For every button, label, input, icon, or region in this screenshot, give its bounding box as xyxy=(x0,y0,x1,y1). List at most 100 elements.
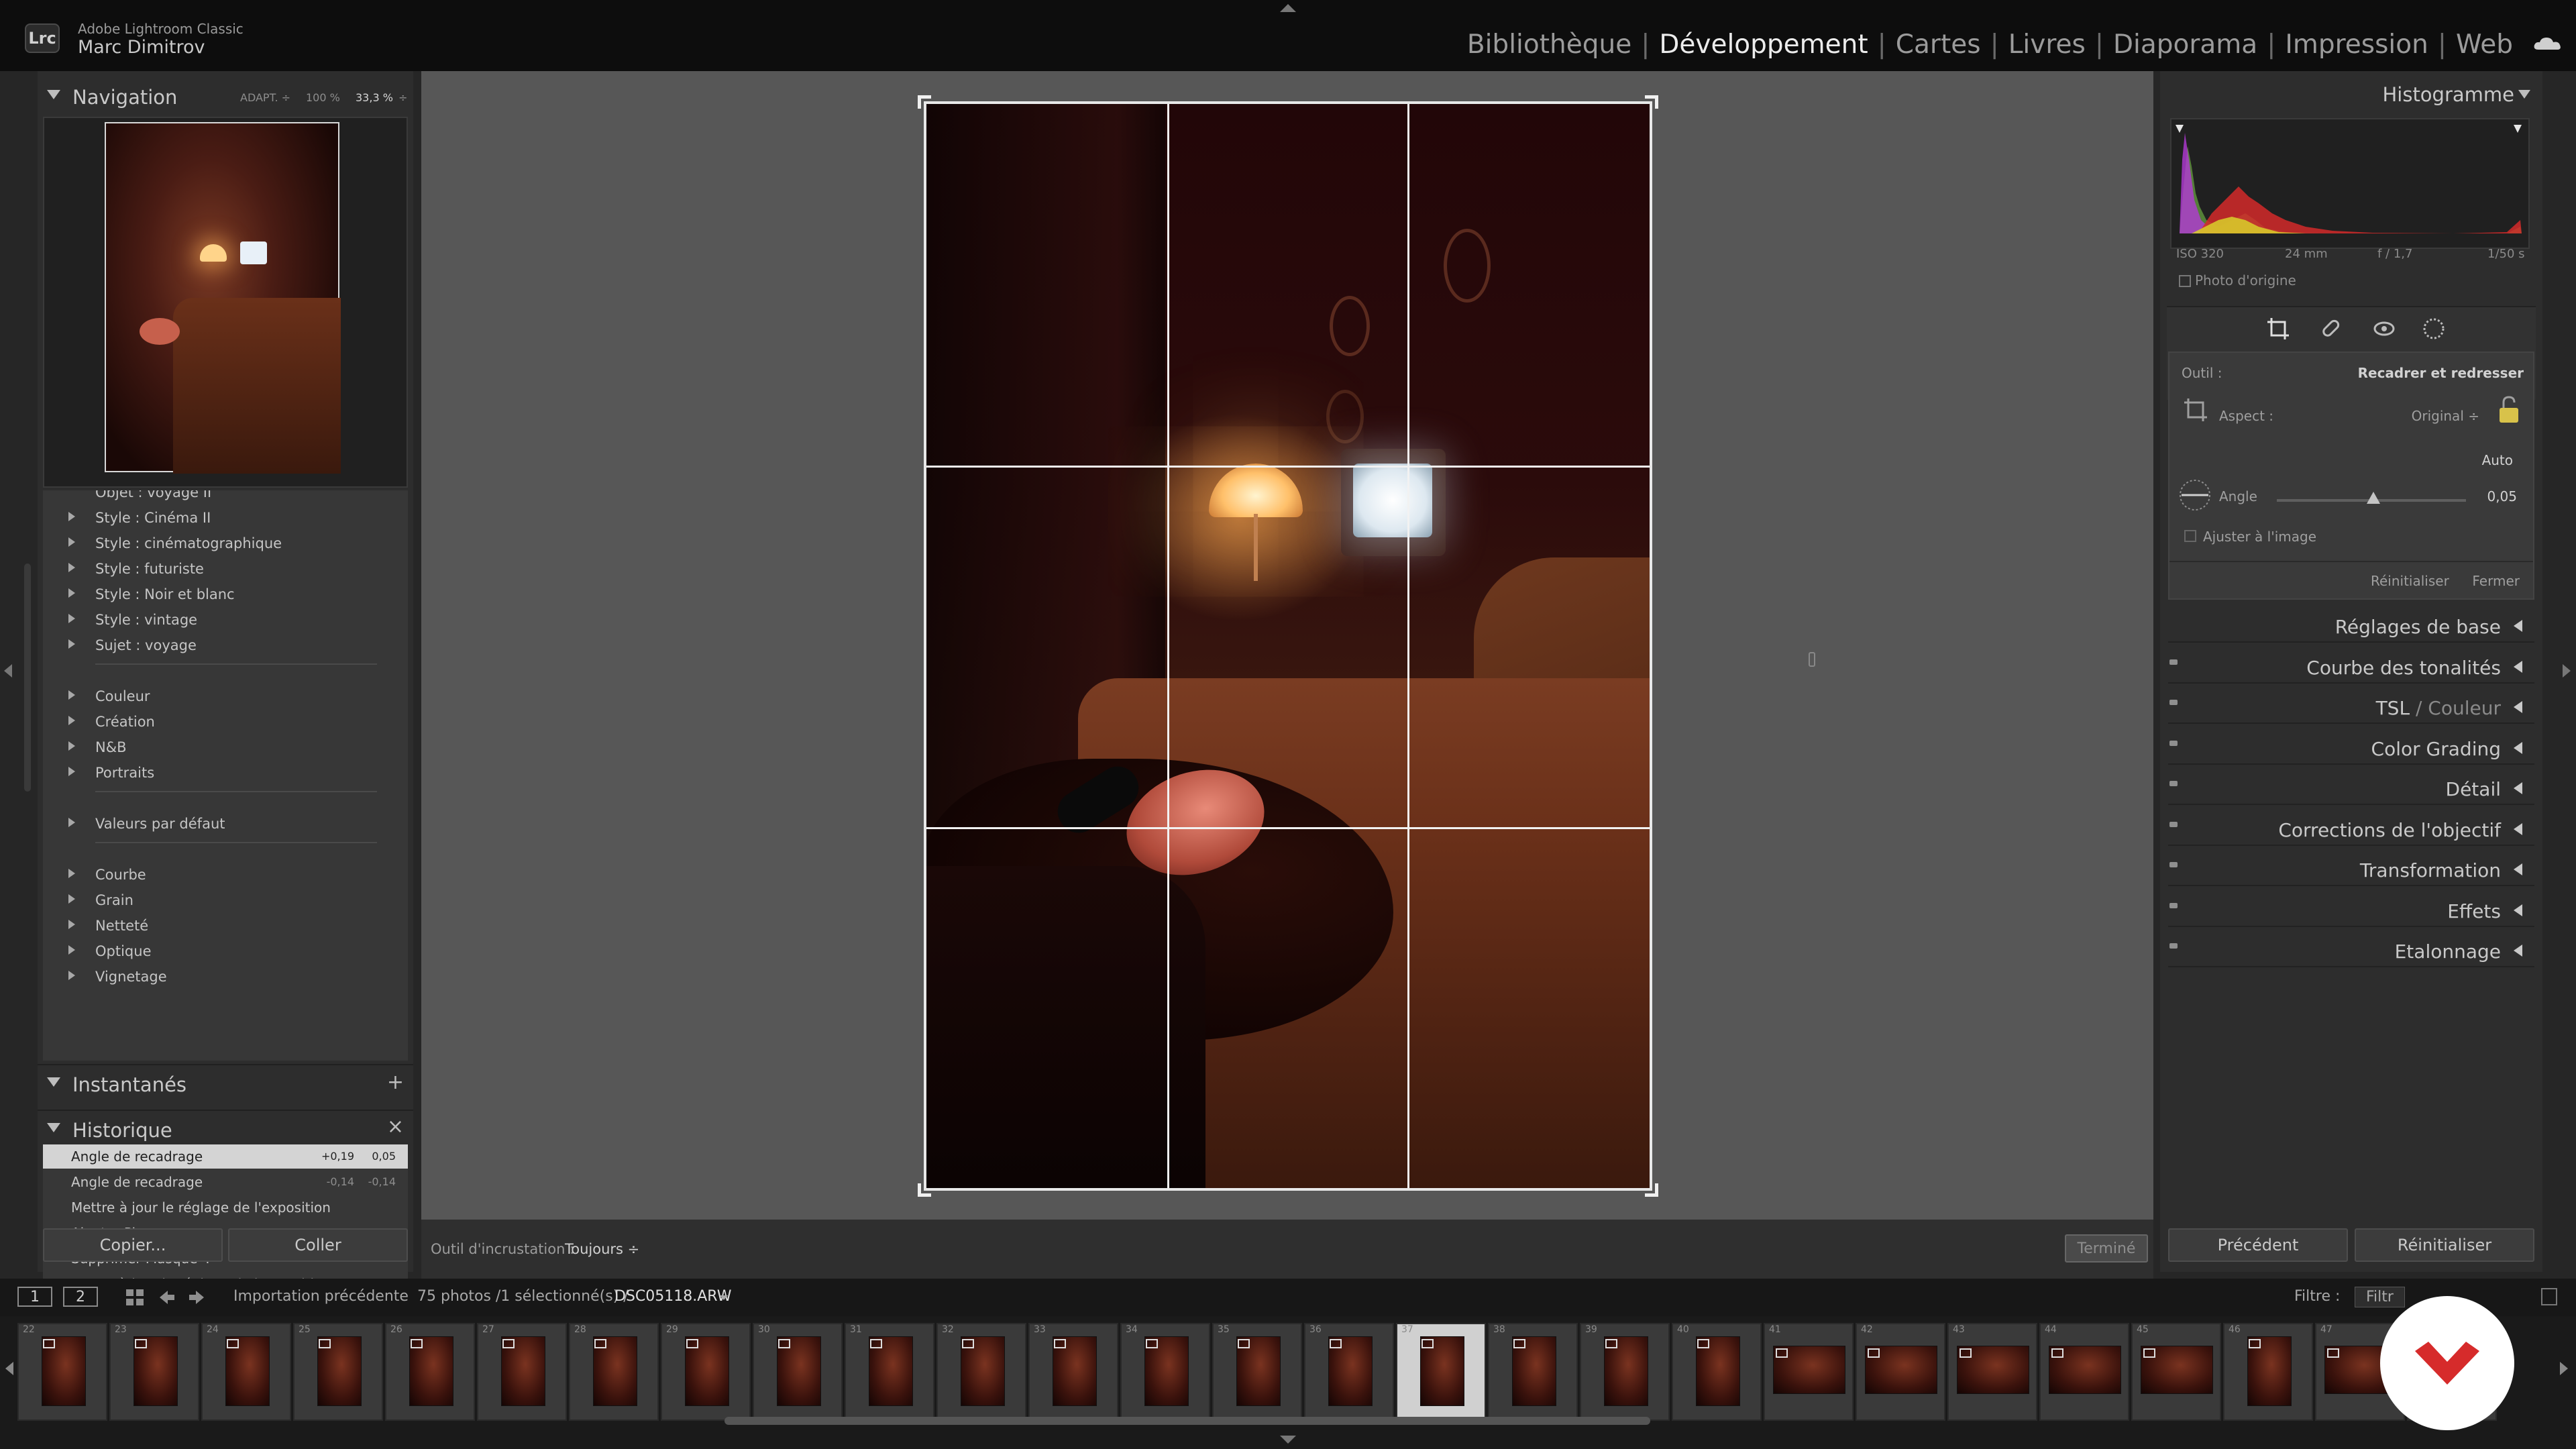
filmstrip-thumbnail[interactable]: 36 xyxy=(1304,1323,1394,1421)
collapse-triangle-icon[interactable] xyxy=(2518,90,2530,99)
filmstrip-thumbnail[interactable]: 30 xyxy=(753,1323,843,1421)
histogram[interactable] xyxy=(2170,118,2530,249)
filmstrip-thumbnail[interactable]: 34 xyxy=(1120,1323,1210,1421)
chevron-down-icon[interactable] xyxy=(719,1295,729,1301)
expand-triangle-icon[interactable] xyxy=(2514,701,2522,713)
filmstrip-thumbnail[interactable]: 38 xyxy=(1488,1323,1578,1421)
collapse-right-arrow-icon[interactable] xyxy=(2563,664,2571,678)
preset-group-item[interactable]: Style : Cinéma II xyxy=(43,506,408,531)
module-tab[interactable]: Bibliothèque xyxy=(1458,30,1641,60)
expand-triangle-icon[interactable] xyxy=(47,1123,60,1132)
section-toggle-switch[interactable] xyxy=(2169,862,2178,867)
filmstrip-thumbnail[interactable]: 22 xyxy=(17,1323,107,1421)
develop-section-header[interactable]: Transformation xyxy=(2168,851,2534,886)
aspect-select[interactable]: Original ÷ xyxy=(2412,408,2479,424)
crop-handle-bottom-right[interactable] xyxy=(1645,1183,1658,1197)
develop-section-header[interactable]: Color Grading xyxy=(2168,730,2534,765)
crop-tool-icon[interactable] xyxy=(2265,315,2292,342)
filmstrip-thumbnail[interactable]: 25 xyxy=(293,1323,383,1421)
filmstrip-thumbnail[interactable]: 35 xyxy=(1212,1323,1302,1421)
filter-lock-icon[interactable] xyxy=(2541,1288,2557,1305)
filmstrip-thumbnail[interactable]: 28 xyxy=(569,1323,659,1421)
expand-triangle-icon[interactable] xyxy=(47,1077,60,1087)
crop-close-button[interactable]: Fermer xyxy=(2472,573,2520,589)
filmstrip-thumbnail[interactable]: 40 xyxy=(1672,1323,1762,1421)
source-label[interactable]: Importation précédente xyxy=(233,1288,409,1305)
develop-section-header[interactable]: Détail xyxy=(2168,770,2534,805)
expand-triangle-icon[interactable] xyxy=(2514,620,2522,632)
section-toggle-switch[interactable] xyxy=(2169,821,2178,827)
back-arrow-icon[interactable] xyxy=(158,1289,176,1305)
filmstrip-thumbnail[interactable]: 43 xyxy=(1947,1323,2037,1421)
navigator-thumbnail[interactable] xyxy=(105,122,341,474)
crop-frame-icon[interactable] xyxy=(2182,396,2210,424)
current-filename[interactable]: DSC05118.ARW xyxy=(614,1288,731,1305)
preset-group-item[interactable]: Portraits xyxy=(43,761,408,786)
expand-triangle-icon[interactable] xyxy=(68,767,75,776)
filmstrip-scroll-left-icon[interactable] xyxy=(5,1362,13,1375)
expand-triangle-icon[interactable] xyxy=(2514,945,2522,957)
history-header[interactable]: Historique × xyxy=(38,1110,413,1143)
zoom-dropdown-arrow[interactable]: ÷ xyxy=(398,91,407,104)
filmstrip-thumbnail[interactable]: 31 xyxy=(845,1323,934,1421)
cloud-icon[interactable] xyxy=(2533,36,2563,51)
expand-triangle-icon[interactable] xyxy=(68,869,75,878)
red-eye-tool-icon[interactable] xyxy=(2371,315,2398,342)
preset-group-item[interactable]: Vignetage xyxy=(43,965,408,989)
preset-group-item[interactable]: Netteté xyxy=(43,914,408,938)
done-button[interactable]: Terminé xyxy=(2065,1234,2148,1263)
filmstrip-thumbnail[interactable]: 46 xyxy=(2223,1323,2313,1421)
navigator-header[interactable]: Navigation ADAPT. ÷ 100 % 33,3 % ÷ xyxy=(38,79,413,113)
module-tab[interactable]: Impression xyxy=(2275,30,2437,60)
grid-view-icon[interactable] xyxy=(125,1288,145,1307)
clear-history-icon[interactable]: × xyxy=(387,1115,404,1138)
filmstrip-thumbnail[interactable]: 23 xyxy=(109,1323,199,1421)
filmstrip-thumbnail[interactable]: 41 xyxy=(1764,1323,1854,1421)
expand-triangle-icon[interactable] xyxy=(68,563,75,572)
expand-triangle-icon[interactable] xyxy=(68,588,75,598)
zoom-current-option[interactable]: 33,3 % xyxy=(356,91,393,104)
history-step[interactable]: Mettre à jour le réglage de l'exposition xyxy=(43,1195,408,1220)
constrain-checkbox[interactable] xyxy=(2184,530,2196,542)
section-toggle-switch[interactable] xyxy=(2169,740,2178,746)
auto-button[interactable]: Auto xyxy=(2482,452,2513,468)
section-toggle-switch[interactable] xyxy=(2169,659,2178,665)
expand-triangle-icon[interactable] xyxy=(68,537,75,547)
preset-group-item[interactable]: Grain xyxy=(43,889,408,913)
expand-triangle-icon[interactable] xyxy=(68,741,75,751)
collapse-top-arrow-icon[interactable] xyxy=(1280,4,1296,12)
develop-section-header[interactable]: TSL / Couleur xyxy=(2168,689,2534,724)
angle-slider-thumb[interactable] xyxy=(2366,492,2380,504)
filmstrip-thumbnail[interactable]: 37 xyxy=(1396,1323,1486,1421)
preset-group-item[interactable]: Style : cinématographique xyxy=(43,532,408,556)
section-toggle-switch[interactable] xyxy=(2169,943,2178,949)
expand-triangle-icon[interactable] xyxy=(68,920,75,929)
secondary-screen-button[interactable]: 2 xyxy=(63,1287,98,1307)
preset-group-item[interactable]: Style : futuriste xyxy=(43,557,408,582)
module-tab[interactable]: Livres xyxy=(1999,30,2095,60)
module-tab[interactable]: Web xyxy=(2447,30,2522,60)
preset-group-item[interactable]: Couleur xyxy=(43,685,408,709)
module-tab[interactable]: Diaporama xyxy=(2104,30,2267,60)
filmstrip-thumbnail[interactable]: 32 xyxy=(936,1323,1026,1421)
forward-arrow-icon[interactable] xyxy=(188,1289,205,1305)
zoom-100-option[interactable]: 100 % xyxy=(306,91,340,104)
filmstrip-thumbnail[interactable]: 44 xyxy=(2039,1323,2129,1421)
expand-triangle-icon[interactable] xyxy=(2514,863,2522,875)
filmstrip-thumbnail[interactable]: 26 xyxy=(385,1323,475,1421)
filmstrip-thumbnail[interactable]: 42 xyxy=(1856,1323,1945,1421)
section-toggle-switch[interactable] xyxy=(2169,902,2178,908)
expand-triangle-icon[interactable] xyxy=(2514,904,2522,916)
crop-frame[interactable] xyxy=(924,101,1652,1191)
copy-button[interactable]: Copier... xyxy=(43,1228,223,1262)
preset-group-item[interactable]: Objet : voyage II xyxy=(43,490,408,505)
develop-section-header[interactable]: Corrections de l'objectif xyxy=(2168,811,2534,846)
crop-handle-bottom-left[interactable] xyxy=(918,1183,931,1197)
filmstrip-thumbnail[interactable]: 27 xyxy=(477,1323,567,1421)
preset-group-item[interactable]: Courbe xyxy=(43,863,408,888)
previous-button[interactable]: Précédent xyxy=(2168,1228,2348,1262)
preset-group-item[interactable]: Sujet : voyage xyxy=(43,634,408,658)
preset-group-item[interactable]: Valeurs par défaut xyxy=(43,812,408,837)
develop-section-header[interactable]: Réglages de base xyxy=(2168,608,2534,643)
history-step[interactable]: Angle de recadrage +0,19 0,05 xyxy=(43,1144,408,1169)
